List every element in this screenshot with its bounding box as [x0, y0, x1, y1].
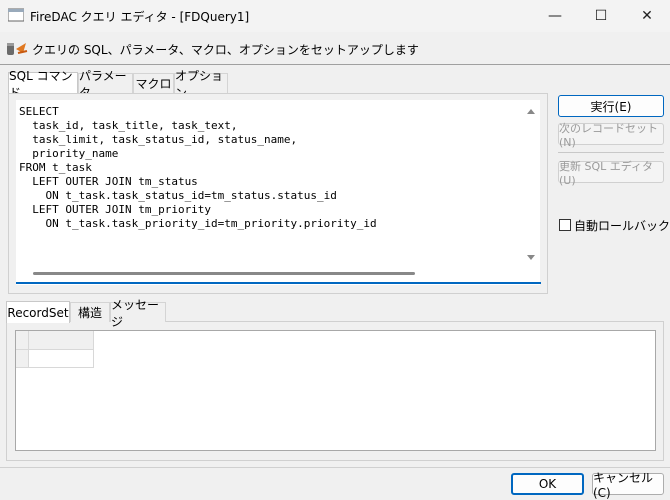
- maximize-button[interactable]: ☐: [578, 0, 624, 32]
- scroll-down-icon[interactable]: [526, 254, 536, 262]
- minimize-button[interactable]: —: [532, 0, 578, 32]
- ok-button[interactable]: OK: [511, 473, 584, 495]
- execute-button[interactable]: 実行(E): [558, 95, 664, 117]
- sql-editor[interactable]: SELECT task_id, task_title, task_text, t…: [16, 100, 540, 285]
- footer-separator: [0, 467, 670, 468]
- close-icon: ✕: [641, 8, 653, 24]
- app-icon: [8, 8, 24, 22]
- window-title: FireDAC クエリ エディタ - [FDQuery1]: [30, 10, 250, 24]
- tab-parameters[interactable]: パラメータ: [78, 69, 133, 100]
- tab-structure[interactable]: 構造: [70, 302, 110, 322]
- sql-horizontal-scrollbar[interactable]: [33, 272, 415, 275]
- side-separator: [558, 152, 664, 153]
- grid-header-cell[interactable]: [29, 331, 94, 350]
- sql-vertical-scrollbar[interactable]: [523, 102, 539, 266]
- auto-rollback-label: 自動ロールバック: [574, 219, 670, 233]
- tab-options[interactable]: オプション: [174, 69, 228, 100]
- recordset-grid[interactable]: [15, 330, 656, 451]
- cancel-button[interactable]: キャンセル(C): [592, 471, 664, 500]
- editor-focus-underline: [16, 282, 541, 284]
- maximize-icon: ☐: [594, 8, 608, 24]
- minimize-icon: —: [548, 8, 562, 24]
- tab-sql-command[interactable]: SQL コマンド: [8, 69, 78, 100]
- tab-macros[interactable]: マクロ: [133, 73, 174, 93]
- auto-rollback-checkbox[interactable]: [559, 219, 571, 231]
- grid-data-cell[interactable]: [29, 350, 94, 368]
- grid-row-indicator[interactable]: [16, 350, 29, 368]
- database-wizard-icon: [7, 43, 28, 55]
- tab-messages[interactable]: メッセージ: [110, 298, 166, 329]
- tab-recordset[interactable]: RecordSet: [6, 301, 70, 323]
- header-separator: [0, 64, 670, 65]
- header-description: クエリの SQL、パラメータ、マクロ、オプションをセットアップします: [32, 43, 419, 57]
- close-button[interactable]: ✕: [624, 0, 670, 32]
- scroll-up-icon[interactable]: [526, 107, 536, 115]
- next-recordset-button[interactable]: 次のレコードセット(N): [558, 122, 664, 149]
- grid-corner-cell: [16, 331, 29, 350]
- update-sql-editor-button[interactable]: 更新 SQL エディタ(U): [558, 160, 664, 187]
